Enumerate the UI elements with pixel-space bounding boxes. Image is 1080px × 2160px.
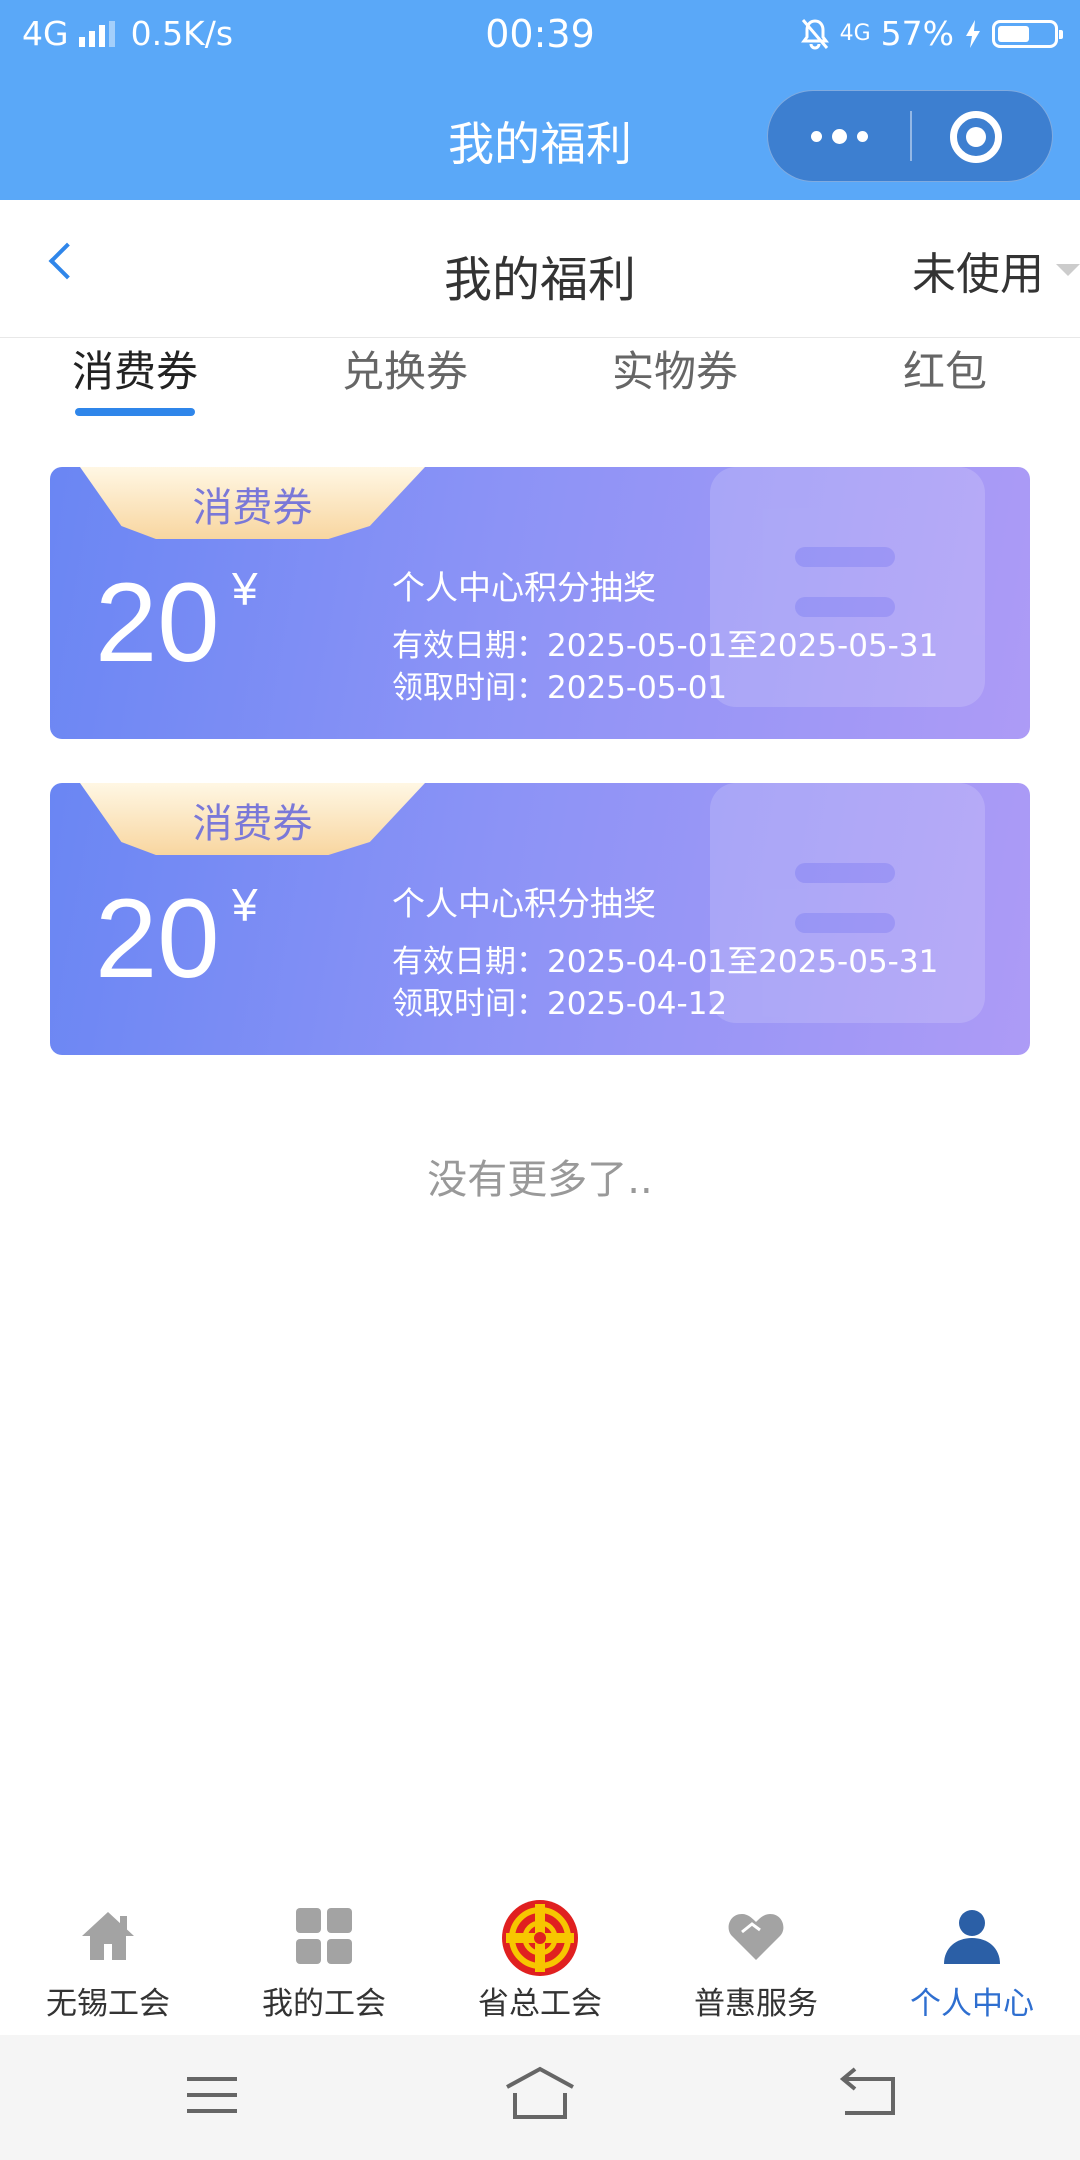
- capsule-divider: [910, 111, 912, 161]
- tabbar-item-provincial-union[interactable]: 省总工会: [432, 1890, 648, 2035]
- tabbar-label: 个人中心: [910, 1986, 1034, 2022]
- tab-consumption-coupon[interactable]: 消费券: [0, 338, 270, 399]
- network-type-right: 4G: [839, 21, 871, 46]
- back-nav-icon[interactable]: [825, 2065, 915, 2125]
- heart-icon: [728, 1914, 784, 1960]
- no-more-text: 没有更多了..: [427, 1157, 653, 1203]
- chevron-down-icon: [1056, 264, 1080, 276]
- union-emblem-icon: [502, 1900, 578, 1976]
- grid-icon: [296, 1908, 352, 1964]
- coupon-card[interactable]: 消费券 20 ¥ 个人中心积分抽奖 有效日期：2025-05-01至2025-0…: [50, 467, 1030, 739]
- coupon-name: 个人中心积分抽奖: [392, 568, 656, 607]
- menu-icon[interactable]: [165, 2065, 255, 2125]
- home-nav-icon[interactable]: [495, 2065, 585, 2125]
- coupon-valid-date: 有效日期：2025-04-01至2025-05-31: [392, 944, 939, 980]
- close-miniprogram-button[interactable]: [950, 111, 1002, 163]
- status-bar: 4G 0.5K/s 00:39 4G 57%: [0, 0, 1080, 75]
- coupon-watermark: [710, 783, 985, 1055]
- tabbar-label: 我的工会: [262, 1986, 386, 2022]
- status-filter-dropdown[interactable]: 未使用: [912, 238, 1080, 302]
- coupon-type-label: 消费券: [192, 485, 313, 531]
- coupon-watermark: [710, 467, 985, 739]
- currency-symbol: ¥: [232, 563, 258, 615]
- coupon-tabs: 消费券 兑换券 实物券 红包: [0, 338, 1080, 420]
- coupon-valid-date: 有效日期：2025-05-01至2025-05-31: [392, 628, 939, 664]
- battery-percent: 57%: [880, 14, 954, 53]
- battery-icon: [992, 19, 1063, 48]
- charging-icon: [966, 19, 980, 48]
- tabbar-label: 无锡工会: [46, 1986, 170, 2022]
- filter-label: 未使用: [912, 249, 1044, 300]
- tab-physical-coupon[interactable]: 实物券: [540, 338, 810, 399]
- tabbar-item-wuxi-union[interactable]: 无锡工会: [0, 1890, 216, 2035]
- coupon-received-time: 领取时间：2025-04-12: [392, 986, 728, 1022]
- system-navigation-bar: [0, 2035, 1080, 2160]
- home-icon: [82, 1912, 134, 1960]
- tabbar-item-my-union[interactable]: 我的工会: [216, 1890, 432, 2035]
- more-dot-icon: [856, 130, 868, 142]
- currency-symbol: ¥: [232, 879, 258, 931]
- tabbar-item-inclusive-service[interactable]: 普惠服务: [648, 1890, 864, 2035]
- status-right: 4G 57%: [800, 14, 1063, 53]
- more-button[interactable]: [768, 91, 910, 181]
- coupon-type-badge: 消费券: [80, 783, 425, 855]
- more-dot-icon: [831, 128, 847, 144]
- capsule-menu: [767, 90, 1053, 182]
- coupon-type-label: 消费券: [192, 801, 313, 847]
- coupon-received-time: 领取时间：2025-05-01: [392, 670, 728, 706]
- page-header: 我的福利 未使用: [0, 200, 1080, 338]
- bottom-tab-bar: 无锡工会 我的工会 省总工会 普惠服务 个人中心: [0, 1890, 1080, 2035]
- tabbar-label: 省总工会: [478, 1986, 602, 2022]
- tabbar-label: 普惠服务: [694, 1986, 818, 2022]
- active-tab-indicator: [75, 408, 195, 416]
- person-icon: [944, 1910, 1000, 1964]
- battery-level: [998, 25, 1029, 42]
- mute-bell-icon: [800, 18, 829, 49]
- coupon-amount: 20: [95, 560, 220, 685]
- coupon-name: 个人中心积分抽奖: [392, 884, 656, 923]
- tab-exchange-coupon[interactable]: 兑换券: [270, 338, 540, 399]
- coupon-amount: 20: [95, 876, 220, 1001]
- tabbar-item-personal-center[interactable]: 个人中心: [864, 1890, 1080, 2035]
- more-dot-icon: [810, 130, 822, 142]
- tab-red-packet[interactable]: 红包: [810, 338, 1080, 399]
- coupon-type-badge: 消费券: [80, 467, 425, 539]
- top-bar: 4G 0.5K/s 00:39 4G 57% 我的福利: [0, 0, 1080, 200]
- coupon-card[interactable]: 消费券 20 ¥ 个人中心积分抽奖 有效日期：2025-04-01至2025-0…: [50, 783, 1030, 1055]
